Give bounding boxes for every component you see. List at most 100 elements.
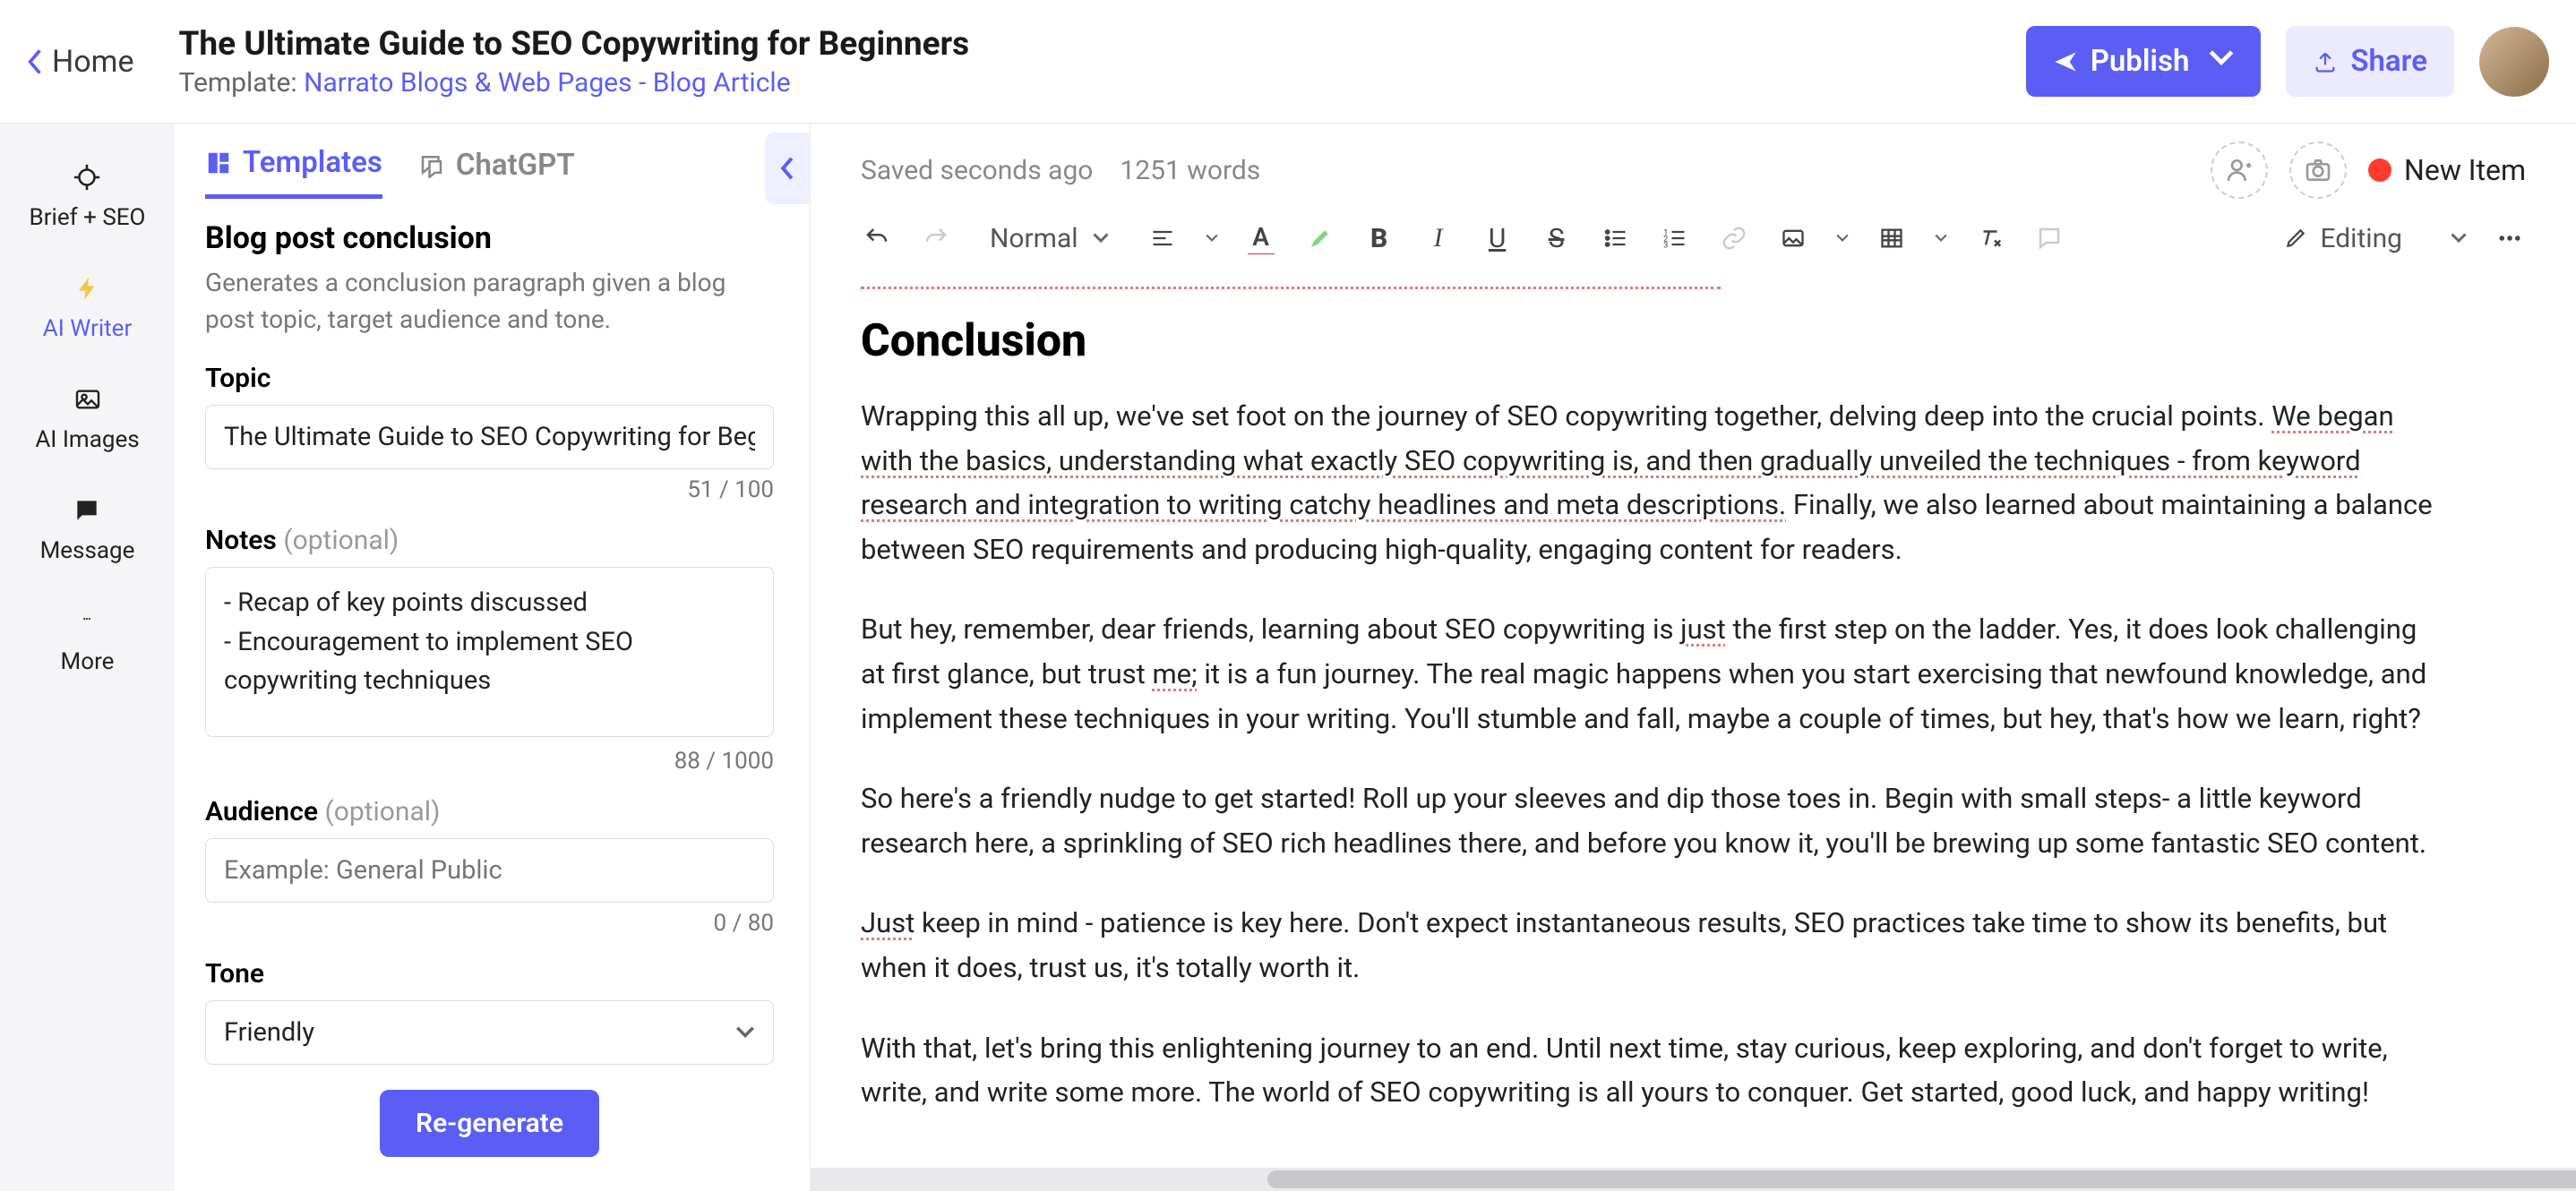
table-button[interactable] <box>1876 222 1908 254</box>
paragraph: With that, let's bring this enlightening… <box>861 1026 2442 1115</box>
align-button[interactable] <box>1146 222 1179 254</box>
paragraph: Wrapping this all up, we've set foot on … <box>861 394 2442 571</box>
numbered-list-button[interactable]: 123 <box>1659 222 1691 254</box>
tab-chatgpt[interactable]: ChatGPT <box>418 145 575 199</box>
tab-templates[interactable]: Templates <box>205 145 382 199</box>
horizontal-scrollbar[interactable] <box>811 1168 2576 1191</box>
rail-message[interactable]: Message <box>40 493 135 564</box>
audience-label: Audience (optional) <box>205 796 774 827</box>
template-prefix: Template: <box>179 67 305 99</box>
publish-label: Publish <box>2091 44 2190 79</box>
media-button[interactable] <box>2289 141 2347 199</box>
mode-value: Editing <box>2320 223 2402 254</box>
topic-label: Topic <box>205 363 774 394</box>
italic-button[interactable]: I <box>1422 222 1455 254</box>
main-layout: Brief + SEO AI Writer AI Images Message … <box>0 124 2576 1191</box>
underline-button[interactable]: U <box>1481 222 1514 254</box>
status-label: New Item <box>2404 153 2526 187</box>
redo-button[interactable] <box>920 222 952 254</box>
topic-counter: 51 / 100 <box>205 476 774 503</box>
left-rail: Brief + SEO AI Writer AI Images Message … <box>0 124 175 1191</box>
upload-icon <box>2313 49 2338 74</box>
rail-more[interactable]: More <box>61 604 115 675</box>
clear-format-button[interactable] <box>1974 222 2006 254</box>
chevron-left-icon <box>780 157 794 180</box>
panel-title: Blog post conclusion <box>205 220 774 256</box>
rail-label: More <box>61 648 115 675</box>
chevron-left-icon <box>27 48 43 75</box>
user-avatar[interactable] <box>2479 27 2549 97</box>
chevron-down-icon <box>1206 234 1218 243</box>
editing-mode-select[interactable]: Editing <box>2284 223 2467 254</box>
word-count: 1251 words <box>1120 155 1260 186</box>
chevron-down-icon <box>1836 234 1849 243</box>
topic-input[interactable] <box>205 405 774 469</box>
home-link[interactable]: Home <box>27 44 134 80</box>
chat-icon <box>418 151 445 178</box>
side-panel: Templates ChatGPT Blog post conclusion G… <box>175 124 811 1191</box>
add-collaborator-button[interactable] <box>2211 141 2268 199</box>
chevron-down-icon <box>2209 44 2234 79</box>
rail-label: AI Images <box>35 426 139 453</box>
image-button[interactable] <box>1777 222 1809 254</box>
tone-select[interactable]: Friendly <box>205 1000 774 1065</box>
share-label: Share <box>2350 44 2427 79</box>
templates-icon <box>205 150 232 176</box>
tone-label: Tone <box>205 958 774 990</box>
more-toolbar-button[interactable] <box>2494 222 2526 254</box>
editor-toolbar: Normal A B I U S 123 Editing <box>811 199 2576 272</box>
heading-conclusion: Conclusion <box>861 315 2442 367</box>
rail-ai-images[interactable]: AI Images <box>35 381 139 453</box>
panel-collapse-button[interactable] <box>765 133 810 204</box>
camera-icon <box>2304 156 2332 184</box>
chevron-down-icon <box>2451 233 2467 244</box>
pencil-icon <box>2284 227 2307 250</box>
title-block: The Ultimate Guide to SEO Copywriting fo… <box>179 25 2026 99</box>
target-icon <box>69 159 105 195</box>
strikethrough-button[interactable]: S <box>1541 222 1573 254</box>
highlight-button[interactable] <box>1304 222 1336 254</box>
rail-label: AI Writer <box>43 315 133 342</box>
editor-top-bar: Saved seconds ago 1251 words New Item <box>811 124 2576 199</box>
bold-button[interactable]: B <box>1363 222 1395 254</box>
template-link[interactable]: Narrato Blogs & Web Pages - Blog Article <box>304 67 791 99</box>
notes-counter: 88 / 1000 <box>205 748 774 775</box>
share-button[interactable]: Share <box>2286 26 2454 97</box>
notes-input[interactable] <box>205 567 774 737</box>
editor-area: Saved seconds ago 1251 words New Item No… <box>811 124 2576 1191</box>
chevron-down-icon <box>735 1026 755 1039</box>
home-label: Home <box>52 44 134 80</box>
dots-icon <box>69 604 105 639</box>
panel-description: Generates a conclusion paragraph given a… <box>205 265 774 338</box>
chevron-down-icon <box>1093 233 1109 244</box>
format-value: Normal <box>990 223 1078 254</box>
scrollbar-thumb[interactable] <box>1267 1170 2576 1188</box>
audience-counter: 0 / 80 <box>205 910 774 937</box>
paragraph: But hey, remember, dear friends, learnin… <box>861 607 2442 741</box>
editor-content[interactable]: Conclusion Wrapping this all up, we've s… <box>811 272 2576 1168</box>
tone-value: Friendly <box>224 1017 314 1048</box>
undo-button[interactable] <box>861 222 893 254</box>
rail-brief-seo[interactable]: Brief + SEO <box>30 159 146 231</box>
paragraph-format-select[interactable]: Normal <box>979 223 1120 254</box>
notes-label: Notes (optional) <box>205 525 774 556</box>
header-actions: Publish Share <box>2026 26 2549 97</box>
paragraph: Just keep in mind - patience is key here… <box>861 901 2442 990</box>
status-dot-icon <box>2368 159 2391 182</box>
regenerate-button[interactable]: Re-generate <box>380 1090 599 1157</box>
rail-label: Brief + SEO <box>30 204 146 231</box>
document-title: The Ultimate Guide to SEO Copywriting fo… <box>179 25 2026 64</box>
paragraph: So here's a friendly nudge to get starte… <box>861 776 2442 865</box>
text-color-button[interactable]: A <box>1245 222 1277 254</box>
link-button[interactable] <box>1718 222 1750 254</box>
bolt-icon <box>70 270 106 306</box>
send-icon <box>2053 49 2078 74</box>
svg-text:3: 3 <box>1663 241 1668 251</box>
publish-button[interactable]: Publish <box>2026 26 2262 97</box>
comment-button[interactable] <box>2033 222 2065 254</box>
item-status[interactable]: New Item <box>2368 153 2526 187</box>
audience-input[interactable] <box>205 838 774 903</box>
bullet-list-button[interactable] <box>1600 222 1632 254</box>
rail-label: Message <box>40 537 135 564</box>
rail-ai-writer[interactable]: AI Writer <box>43 270 133 342</box>
